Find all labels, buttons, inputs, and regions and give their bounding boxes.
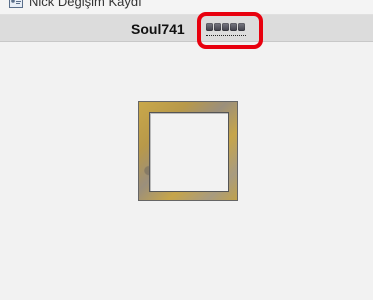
- username-label: Soul741: [131, 21, 185, 37]
- user-info-bar: Soul741: [0, 15, 373, 42]
- window-title: Nick Değişim Kaydı: [29, 0, 142, 9]
- red-highlight-annotation: [197, 12, 263, 49]
- avatar-placeholder: [149, 112, 229, 192]
- title-bar: Nick Değişim Kaydı: [0, 0, 373, 15]
- avatar-frame[interactable]: [138, 101, 238, 201]
- user-card-icon: [9, 0, 23, 8]
